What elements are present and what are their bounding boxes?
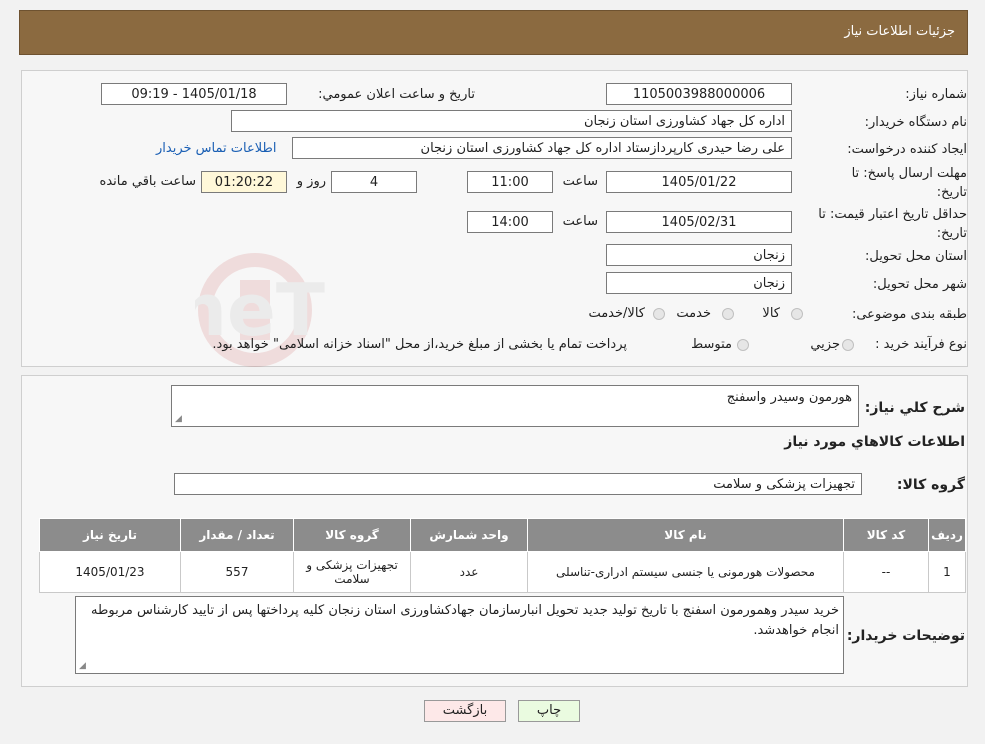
category-label: طبقه بندی موضوعی:	[851, 307, 967, 322]
deadline-label: مهلت ارسال پاسخ: تا تاریخ:	[851, 166, 967, 200]
validity-date-field: 1405/02/31	[606, 211, 792, 233]
purchase-type-label: نوع فرآیند خرید :	[875, 337, 967, 352]
col-quantity: تعداد / مقدار	[180, 518, 294, 552]
deadline-date-field: 1405/01/22	[606, 171, 792, 193]
validity-time-field: 14:00	[467, 211, 553, 233]
group-label: گروه کالا:	[896, 477, 965, 493]
announce-field: 1405/01/18 - 09:19	[101, 83, 287, 105]
purchase-option-medium: متوسط	[691, 337, 732, 352]
cell-row-number: 1	[928, 551, 966, 593]
category-option-both: کالا/خدمت	[588, 306, 645, 321]
city-field: زنجان	[606, 272, 792, 294]
contact-info-link[interactable]: اطلاعات تماس خریدار	[156, 141, 276, 156]
province-field: زنجان	[606, 244, 792, 266]
page-title: جزئیات اطلاعات نیاز	[844, 24, 955, 39]
buyer-notes-field: خرید سیدر وهمورمون اسفنج با تاریخ تولید …	[75, 596, 844, 674]
days-field: 4	[331, 171, 417, 193]
validity-time-label: ساعت	[562, 214, 598, 229]
col-item-name: نام کالا	[527, 518, 844, 552]
purchase-note: پرداخت تمام یا بخشی از مبلغ خرید،از محل …	[212, 337, 627, 352]
table-row: 1 -- محصولات هورمونی یا جنسی سیستم ادرار…	[39, 551, 966, 593]
group-field: تجهیزات پزشکی و سلامت	[174, 473, 862, 495]
items-table: رديف کد کالا نام کالا واحد شمارش گروه کا…	[39, 518, 966, 593]
cell-quantity: 557	[180, 551, 294, 593]
buyer-org-field: اداره کل جهاد کشاورزی استان زنجان	[231, 110, 792, 132]
category-radio-goods[interactable]	[791, 308, 803, 320]
col-group: گروه کالا	[293, 518, 411, 552]
col-unit: واحد شمارش	[410, 518, 528, 552]
resize-grip-icon[interactable]: ◢	[79, 661, 86, 671]
col-item-code: کد کالا	[843, 518, 929, 552]
resize-grip-icon[interactable]: ◢	[175, 414, 182, 424]
cell-unit: عدد	[410, 551, 528, 593]
summary-text: هورمون وسیدر واسفنج	[726, 390, 852, 405]
cell-item-name: محصولات هورمونی یا جنسی سیستم ادراری-تنا…	[527, 551, 844, 593]
need-number-field: 1105003988000006	[606, 83, 792, 105]
remaining-label: ساعت باقي مانده	[99, 174, 196, 189]
purchase-radio-minor[interactable]	[842, 339, 854, 351]
purchase-radio-medium[interactable]	[737, 339, 749, 351]
category-option-service: خدمت	[676, 306, 711, 321]
summary-label: شرح کلي نياز:	[864, 400, 965, 416]
cell-group: تجهیزات پزشکی و سلامت	[293, 551, 411, 593]
buyer-notes-text: خرید سیدر وهمورمون اسفنج با تاریخ تولید …	[91, 603, 839, 638]
back-button[interactable]: بازگشت	[424, 700, 506, 722]
category-option-goods: کالا	[762, 306, 780, 321]
col-row-number: رديف	[928, 518, 966, 552]
remaining-time-field: 01:20:22	[201, 171, 287, 193]
validity-label: حداقل تاریخ اعتبار قیمت: تا تاریخ:	[818, 207, 967, 241]
table-header-row: رديف کد کالا نام کالا واحد شمارش گروه کا…	[39, 518, 966, 552]
category-radio-both[interactable]	[653, 308, 665, 320]
deadline-time-label: ساعت	[562, 174, 598, 189]
city-label: شهر محل تحویل:	[872, 277, 967, 292]
cell-need-date: 1405/01/23	[39, 551, 181, 593]
creator-label: ایجاد کننده درخواست:	[847, 142, 967, 157]
creator-field: علی رضا حیدری کارپردازستاد اداره کل جهاد…	[292, 137, 792, 159]
page-header: جزئیات اطلاعات نیاز	[19, 10, 968, 55]
announce-label: تاریخ و ساعت اعلان عمومي:	[318, 87, 475, 102]
category-radio-service[interactable]	[722, 308, 734, 320]
summary-field: هورمون وسیدر واسفنج ◢	[171, 385, 859, 427]
buyer-notes-label: توضیحات خریدار:	[846, 628, 965, 644]
deadline-time-field: 11:00	[467, 171, 553, 193]
col-need-date: تاریخ نیاز	[39, 518, 181, 552]
province-label: استان محل تحویل:	[865, 249, 967, 264]
need-number-label: شماره نیاز:	[905, 87, 967, 102]
buyer-org-label: نام دستگاه خریدار:	[864, 115, 967, 130]
purchase-option-minor: جزيي	[810, 337, 840, 352]
items-heading: اطلاعات کالاهاي مورد نياز	[784, 434, 965, 450]
cell-item-code: --	[843, 551, 929, 593]
days-label: روز و	[296, 174, 326, 189]
print-button[interactable]: چاپ	[518, 700, 580, 722]
